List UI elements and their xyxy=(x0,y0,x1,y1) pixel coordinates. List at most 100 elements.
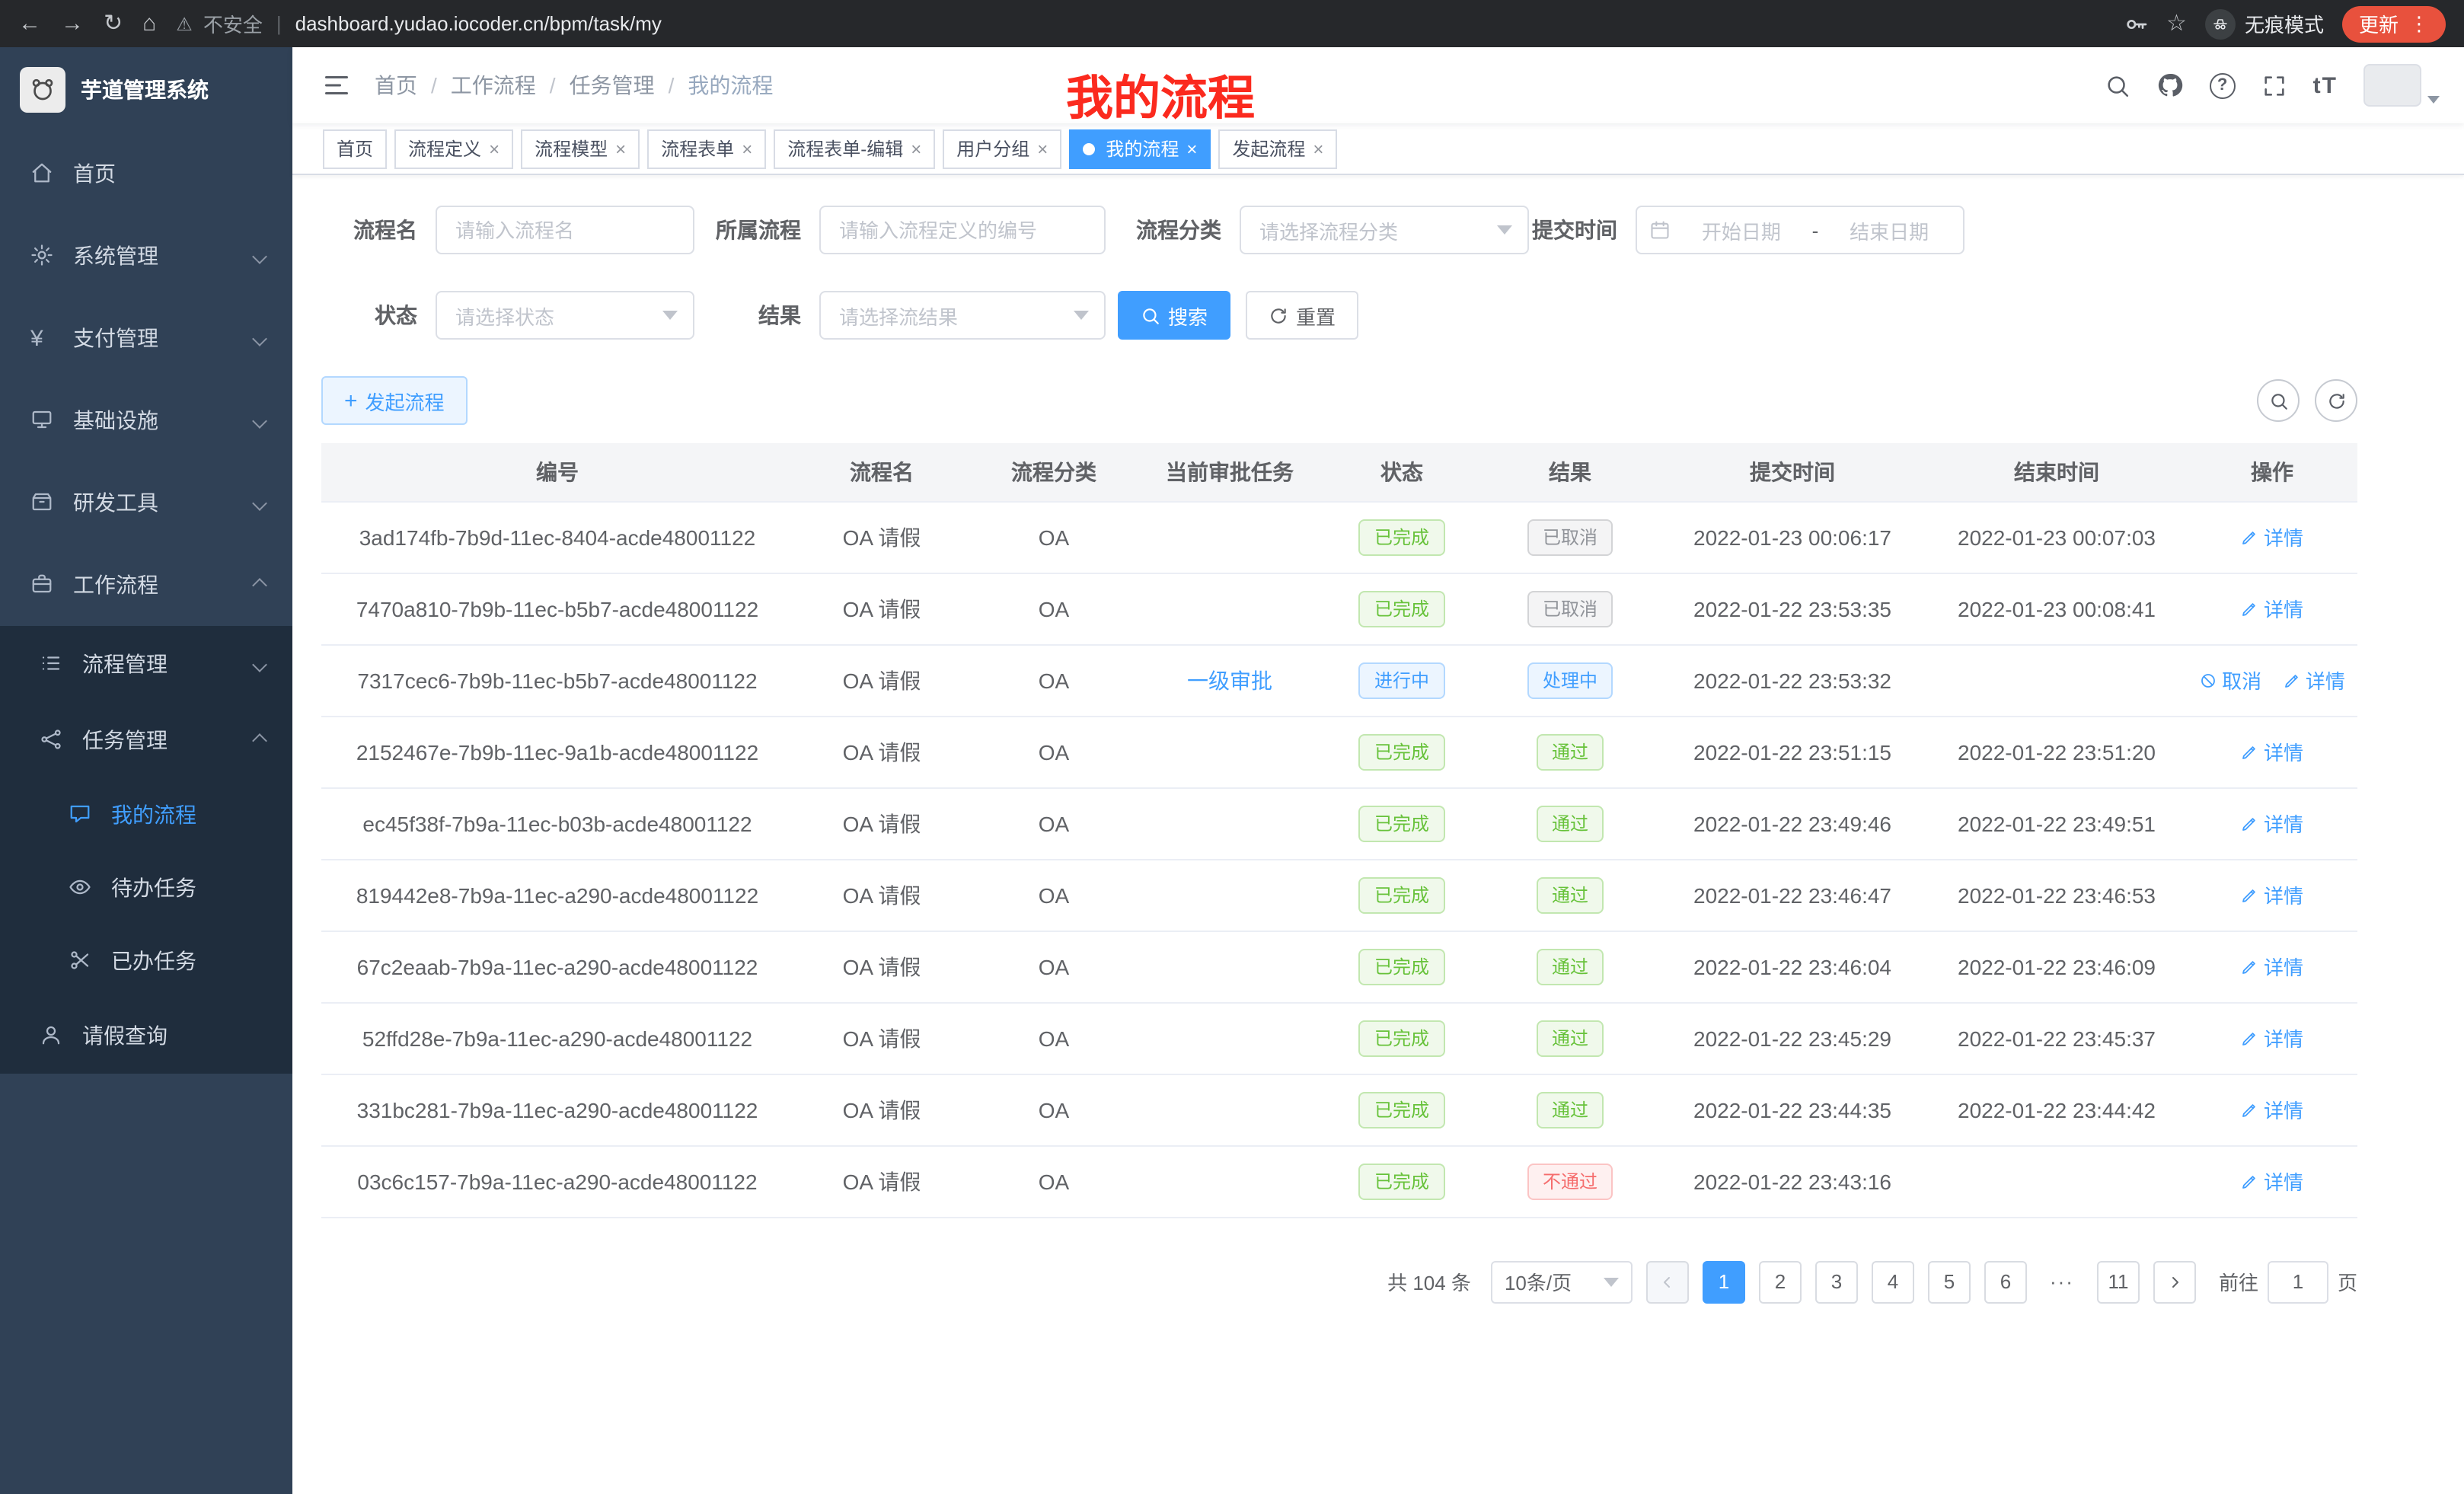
total-count: 共 104 条 xyxy=(1387,1267,1471,1296)
process-name: OA 请假 xyxy=(843,954,921,978)
date-range-picker[interactable]: 开始日期 - 结束日期 xyxy=(1636,206,1964,254)
close-icon[interactable]: × xyxy=(1186,139,1197,158)
sidebar-item-devtools[interactable]: 研发工具 xyxy=(0,461,292,544)
tag-tab[interactable]: 流程表单-编辑 × xyxy=(774,129,935,168)
close-icon[interactable]: × xyxy=(1313,139,1323,158)
security-label[interactable]: 不安全 xyxy=(203,9,263,38)
bookmark-star-icon[interactable]: ☆ xyxy=(2166,12,2187,35)
page-number-button[interactable]: 11 xyxy=(2097,1260,2140,1303)
tag-tab[interactable]: 发起流程 × xyxy=(1218,129,1337,168)
app-logo[interactable]: 芋道管理系统 xyxy=(0,47,292,132)
sidebar-item-my-process[interactable]: 我的流程 xyxy=(0,778,292,851)
sidebar-item-leave-query[interactable]: 请假查询 xyxy=(0,998,292,1074)
goto-page-input[interactable] xyxy=(2268,1260,2328,1303)
sidebar-item-payment[interactable]: ¥ 支付管理 xyxy=(0,297,292,379)
sidebar-item-done-tasks[interactable]: 已办任务 xyxy=(0,924,292,998)
tag-tab[interactable]: 流程模型 × xyxy=(521,129,640,168)
forward-icon[interactable]: → xyxy=(61,12,84,35)
category-select[interactable]: 请选择流程分类 xyxy=(1240,206,1529,254)
close-icon[interactable]: × xyxy=(489,139,500,158)
page-number-button[interactable]: 6 xyxy=(1984,1260,2027,1303)
password-key-icon[interactable] xyxy=(2124,11,2148,36)
url-text[interactable]: dashboard.yudao.iocoder.cn/bpm/task/my xyxy=(295,12,662,35)
sidebar-item-todo-tasks[interactable]: 待办任务 xyxy=(0,851,292,924)
filter-row-1: 流程名 所属流程 流程分类 请选择流程分类 提交时间 开始日期 - 结束日期 xyxy=(321,206,2357,254)
status-select[interactable]: 请选择状态 xyxy=(436,291,694,340)
hamburger-icon[interactable] xyxy=(323,72,350,99)
current-task-link[interactable]: 一级审批 xyxy=(1187,665,1272,695)
submit-time: 2022-01-22 23:44:35 xyxy=(1693,1097,1891,1122)
detail-link[interactable]: 详情 xyxy=(2241,1167,2303,1196)
process-name-input[interactable] xyxy=(436,206,694,254)
share-nodes-icon xyxy=(40,728,64,752)
end-date-placeholder[interactable]: 结束日期 xyxy=(1827,215,1951,244)
sidebar-item-home[interactable]: 首页 xyxy=(0,132,292,215)
breadcrumb-task-management[interactable]: 任务管理 xyxy=(570,70,655,101)
browser-home-icon[interactable]: ⌂ xyxy=(142,12,156,35)
end-time: 2022-01-22 23:51:20 xyxy=(1958,739,2156,764)
page-annotation: 我的流程 xyxy=(1066,59,1255,128)
github-icon[interactable] xyxy=(2156,72,2184,99)
breadcrumb-home[interactable]: 首页 xyxy=(375,70,417,101)
sidebar-item-process-management[interactable]: 流程管理 xyxy=(0,626,292,702)
breadcrumb-workflow[interactable]: 工作流程 xyxy=(451,70,536,101)
end-time: 2022-01-22 23:46:09 xyxy=(1958,954,2156,978)
page-number-button[interactable]: 5 xyxy=(1928,1260,1971,1303)
reload-icon[interactable]: ↻ xyxy=(104,12,123,35)
detail-link[interactable]: 详情 xyxy=(2283,666,2345,694)
font-size-icon[interactable]: tT xyxy=(2313,72,2338,98)
start-date-placeholder[interactable]: 开始日期 xyxy=(1680,215,1803,244)
browser-menu-icon[interactable]: ⋮ xyxy=(2409,11,2429,36)
result-label: 结果 xyxy=(694,300,819,330)
cancel-link[interactable]: 取消 xyxy=(2199,666,2261,694)
sidebar-item-system[interactable]: 系统管理 xyxy=(0,215,292,297)
sidebar-item-task-management[interactable]: 任务管理 xyxy=(0,702,292,778)
detail-link[interactable]: 详情 xyxy=(2241,880,2303,909)
sidebar-item-workflow[interactable]: 工作流程 xyxy=(0,544,292,626)
tag-tab[interactable]: 流程定义 × xyxy=(394,129,513,168)
detail-link[interactable]: 详情 xyxy=(2241,737,2303,766)
search-icon[interactable] xyxy=(2105,72,2130,98)
page-number-button[interactable]: 1 xyxy=(1703,1260,1745,1303)
page-number-button[interactable]: 2 xyxy=(1759,1260,1802,1303)
user-menu[interactable] xyxy=(2363,64,2440,107)
update-button[interactable]: 更新 ⋮ xyxy=(2342,5,2446,42)
search-button[interactable]: 搜索 xyxy=(1118,291,1230,340)
tag-tab[interactable]: 流程表单 × xyxy=(647,129,766,168)
address-bar[interactable]: ⚠ 不安全 | dashboard.yudao.iocoder.cn/bpm/t… xyxy=(176,9,2104,38)
close-icon[interactable]: × xyxy=(1037,139,1048,158)
owner-process-input[interactable] xyxy=(819,206,1106,254)
page-number-button[interactable]: 3 xyxy=(1815,1260,1858,1303)
detail-link[interactable]: 详情 xyxy=(2241,1095,2303,1124)
next-page-button[interactable] xyxy=(2153,1260,2196,1303)
chevron-down-icon xyxy=(252,330,267,346)
page-size-select[interactable]: 10条/页 xyxy=(1491,1260,1633,1303)
detail-link[interactable]: 详情 xyxy=(2241,522,2303,551)
process-id: 2152467e-7b9b-11ec-9a1b-acde48001122 xyxy=(356,739,758,764)
detail-link[interactable]: 详情 xyxy=(2241,809,2303,838)
tag-tab[interactable]: 首页 × xyxy=(323,129,387,168)
reset-button[interactable]: 重置 xyxy=(1246,291,1358,340)
incognito-badge: 无痕模式 xyxy=(2205,8,2324,39)
close-icon[interactable]: × xyxy=(615,139,626,158)
close-icon[interactable]: × xyxy=(742,139,752,158)
result-select[interactable]: 请选择流结果 xyxy=(819,291,1106,340)
page-number-button[interactable]: ··· xyxy=(2041,1260,2083,1303)
prev-page-button[interactable] xyxy=(1646,1260,1689,1303)
fullscreen-icon[interactable] xyxy=(2261,72,2287,98)
detail-link[interactable]: 详情 xyxy=(2241,952,2303,981)
status-tag: 已完成 xyxy=(1359,519,1444,555)
back-icon[interactable]: ← xyxy=(18,12,41,35)
refresh-table-button[interactable] xyxy=(2315,379,2357,422)
toggle-search-button[interactable] xyxy=(2257,379,2300,422)
tag-tab[interactable]: 用户分组 × xyxy=(943,129,1061,168)
tag-label: 流程表单 xyxy=(661,136,734,161)
detail-link[interactable]: 详情 xyxy=(2241,594,2303,623)
create-process-button[interactable]: + 发起流程 xyxy=(321,376,468,425)
help-icon[interactable]: ? xyxy=(2210,72,2236,98)
sidebar-item-infrastructure[interactable]: 基础设施 xyxy=(0,379,292,461)
tag-tab[interactable]: 我的流程 × xyxy=(1069,129,1211,168)
page-number-button[interactable]: 4 xyxy=(1872,1260,1914,1303)
close-icon[interactable]: × xyxy=(911,139,921,158)
detail-link[interactable]: 详情 xyxy=(2241,1023,2303,1052)
